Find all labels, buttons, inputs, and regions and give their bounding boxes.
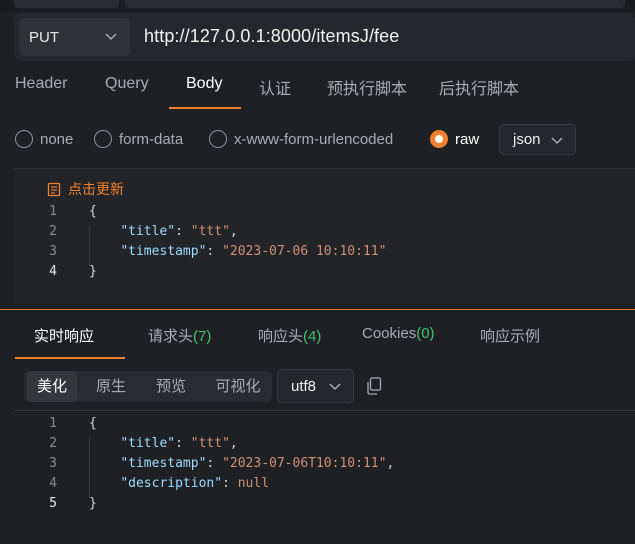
code-text: { — [89, 416, 97, 431]
code-token: , — [386, 456, 395, 471]
tab-pre-script[interactable]: 预执行脚本 — [327, 75, 407, 99]
request-body-editor[interactable]: 点击更新 1 {2 "title": "ttt", 3 "timestamp": "… — [14, 168, 635, 304]
code-token: : — [175, 436, 191, 451]
code-text: } — [89, 496, 97, 511]
code-token: "title" — [120, 224, 176, 239]
code-text: "title": "ttt", — [89, 224, 238, 239]
update-link-label: 点击更新 — [68, 181, 124, 197]
radio-circle — [15, 130, 33, 148]
radio-raw[interactable]: raw — [430, 130, 479, 148]
view-mode-pretty[interactable]: 美化 — [27, 371, 77, 402]
code-text: "timestamp": "2023-07-06 10:10:11" — [89, 244, 386, 259]
indent-guide — [89, 226, 90, 266]
code-token: : — [222, 476, 238, 491]
edit-icon — [47, 182, 61, 196]
radio-form-data[interactable]: form-data — [94, 130, 183, 148]
tab-cookies[interactable]: Cookies(0) — [362, 325, 435, 342]
method-label: PUT — [29, 28, 59, 46]
tab-header[interactable]: Header — [15, 75, 67, 93]
code-token: "timestamp" — [120, 456, 207, 471]
tab-query[interactable]: Query — [105, 75, 149, 93]
line-number: 2 — [49, 224, 57, 239]
code-token: : — [206, 244, 223, 259]
code-text: "timestamp": "2023-07-06T10:10:11", — [89, 456, 394, 471]
radio-label: x-www-form-urlencoded — [234, 130, 394, 148]
encoding-select[interactable]: utf8 — [277, 369, 354, 403]
encoding-label: utf8 — [291, 377, 317, 395]
code-token: "2023-07-06 10:10:11" — [222, 244, 387, 259]
code-token: "title" — [120, 436, 176, 451]
radio-none[interactable]: none — [15, 130, 73, 148]
update-link[interactable]: 点击更新 — [47, 179, 124, 199]
url-bar: PUT http://127.0.0.1:8000/itemsJ/fee — [14, 13, 635, 61]
radio-label: none — [40, 130, 74, 148]
response-body-viewer[interactable]: 1 {2 "title": "ttt", 3 "timestamp": "2023-… — [14, 410, 635, 544]
panel-divider[interactable] — [0, 309, 635, 310]
code-token: } — [89, 496, 97, 511]
top-strip — [0, 0, 635, 12]
indent-guide — [89, 438, 90, 498]
code-token: { — [89, 204, 97, 219]
body-format-label: json — [513, 131, 541, 148]
line-number: 3 — [49, 244, 57, 259]
code-token: "2023-07-06T10:10:11" — [222, 456, 387, 471]
line-number: 1 — [49, 416, 57, 431]
line-number: 5 — [49, 496, 57, 511]
code-text: } — [89, 264, 97, 279]
chevron-down-icon — [329, 383, 341, 391]
tab-body[interactable]: Body — [186, 75, 222, 93]
code-token: null — [237, 476, 270, 491]
code-token: "ttt" — [190, 224, 230, 239]
code-token: : — [175, 224, 191, 239]
radio-x-www-form-urlencoded[interactable]: x-www-form-urlencoded — [209, 130, 393, 148]
top-strip-segment — [125, 0, 625, 8]
radio-circle — [209, 130, 227, 148]
code-text: "title": "ttt", — [89, 436, 238, 451]
method-select[interactable]: PUT — [19, 18, 130, 56]
code-token: } — [89, 264, 97, 279]
tab-post-script[interactable]: 后执行脚本 — [439, 75, 519, 99]
code-token: , — [229, 224, 238, 239]
code-token: : — [206, 456, 223, 471]
tab-live-response[interactable]: 实时响应 — [34, 325, 94, 346]
line-number: 2 — [49, 436, 57, 451]
radio-circle — [94, 130, 112, 148]
tab-response-headers[interactable]: 响应头(4) — [258, 325, 321, 346]
line-number: 1 — [49, 204, 57, 219]
view-mode-preview[interactable]: 预览 — [146, 371, 196, 402]
code-token: "description" — [120, 476, 223, 491]
request-tabs: Header Query Body 认证 预执行脚本 后执行脚本 — [0, 64, 635, 110]
tab-request-headers[interactable]: 请求头(7) — [148, 325, 211, 346]
body-type-radios: none form-data x-www-form-urlencoded raw… — [0, 124, 635, 156]
view-mode-bar: 美化 原生 预览 可视化 — [24, 371, 272, 402]
radio-label: raw — [455, 130, 480, 148]
code-text: "description": null — [89, 476, 269, 491]
code-token: { — [89, 416, 97, 431]
active-tab-indicator — [169, 107, 241, 109]
tab-auth[interactable]: 认证 — [259, 75, 291, 99]
line-number: 4 — [49, 476, 57, 491]
code-token: , — [229, 436, 238, 451]
tab-response-examples[interactable]: 响应示例 — [480, 325, 540, 346]
code-token: "timestamp" — [120, 244, 207, 259]
url-input[interactable]: http://127.0.0.1:8000/itemsJ/fee — [144, 26, 399, 47]
view-mode-visualize[interactable]: 可视化 — [208, 371, 268, 402]
active-response-tab-indicator — [15, 357, 125, 359]
code-token: "ttt" — [190, 436, 230, 451]
top-strip-segment — [14, 0, 119, 8]
chevron-down-icon — [551, 137, 563, 145]
line-number: 4 — [49, 264, 57, 279]
response-tabs: 实时响应 请求头(7) 响应头(4) Cookies(0) 响应示例 — [0, 311, 635, 359]
body-format-select[interactable]: json — [499, 124, 576, 155]
view-mode-raw[interactable]: 原生 — [86, 371, 136, 402]
radio-circle — [430, 130, 448, 148]
copy-icon[interactable] — [366, 377, 382, 395]
radio-label: form-data — [119, 130, 184, 148]
line-number: 3 — [49, 456, 57, 471]
code-text: { — [89, 204, 97, 219]
chevron-down-icon — [105, 33, 117, 41]
